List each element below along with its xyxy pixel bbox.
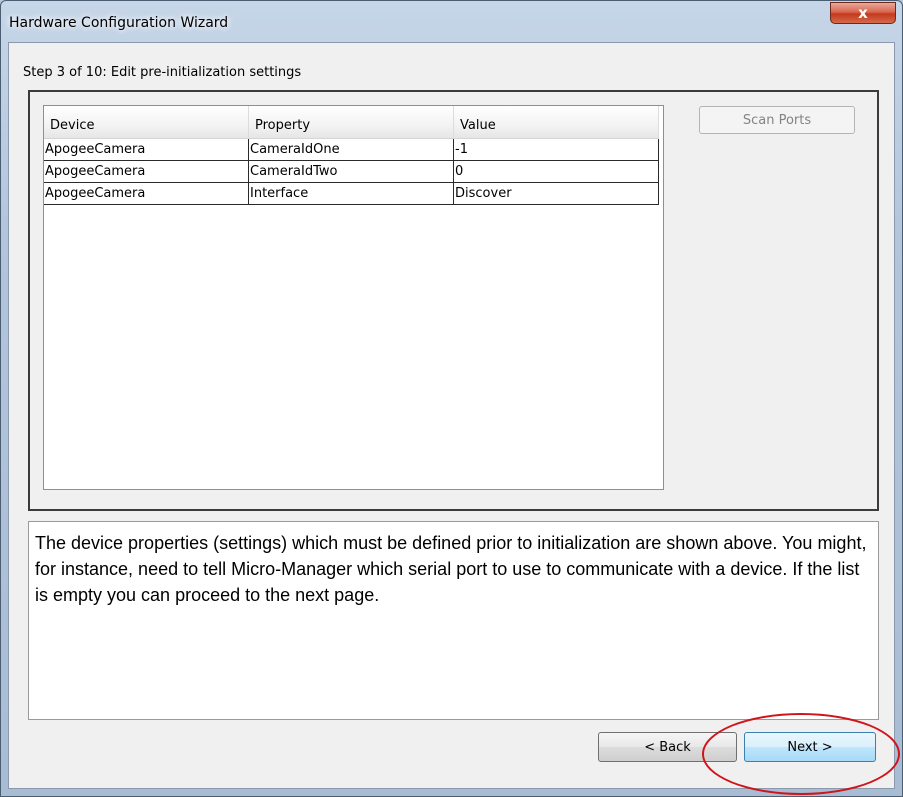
cell-value[interactable]: Discover [454,183,659,204]
cell-device: ApogeeCamera [44,139,249,160]
close-icon: x [858,4,868,22]
cell-property: CameraIdOne [249,139,454,160]
step-label: Step 3 of 10: Edit pre-initialization se… [23,65,302,80]
cell-property: CameraIdTwo [249,161,454,182]
title-bar[interactable]: Hardware Configuration Wizard x [1,1,902,43]
next-button[interactable]: Next > [744,732,876,762]
table-header: Device Property Value [44,106,659,139]
client-area: Step 3 of 10: Edit pre-initialization se… [8,42,895,789]
help-description: The device properties (settings) which m… [28,521,879,720]
window-title: Hardware Configuration Wizard [9,15,229,31]
back-button[interactable]: < Back [598,732,737,762]
cell-device: ApogeeCamera [44,161,249,182]
wizard-window: Hardware Configuration Wizard x Step 3 o… [0,0,903,797]
properties-table: Device Property Value ApogeeCamera Camer… [43,105,664,490]
column-header-value[interactable]: Value [454,106,659,138]
column-header-device[interactable]: Device [44,106,249,138]
cell-property: Interface [249,183,454,204]
cell-value[interactable]: 0 [454,161,659,182]
table-row[interactable]: ApogeeCamera CameraIdOne -1 [44,139,659,161]
cell-device: ApogeeCamera [44,183,249,204]
table-body: ApogeeCamera CameraIdOne -1 ApogeeCamera… [44,139,659,205]
table-row[interactable]: ApogeeCamera Interface Discover [44,183,659,205]
table-row[interactable]: ApogeeCamera CameraIdTwo 0 [44,161,659,183]
settings-panel: Device Property Value ApogeeCamera Camer… [28,90,879,511]
cell-value[interactable]: -1 [454,139,659,160]
close-button[interactable]: x [830,2,896,24]
column-header-property[interactable]: Property [249,106,454,138]
scan-ports-button[interactable]: Scan Ports [699,106,855,134]
